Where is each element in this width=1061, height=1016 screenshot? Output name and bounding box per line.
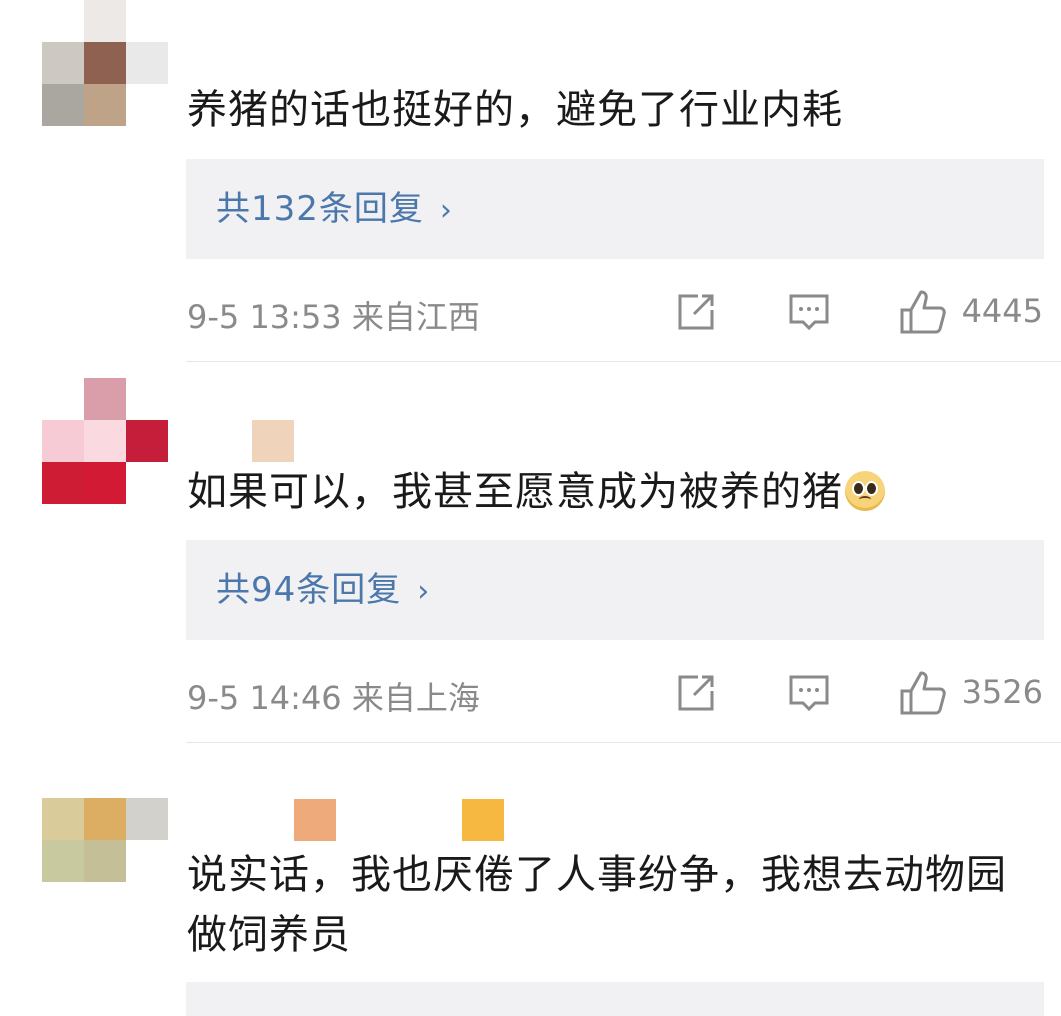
comment-3: 说实话，我也厌倦了人事纷争，我想去动物园做饲养员 (0, 0, 1061, 1016)
reply-box[interactable] (186, 982, 1044, 1016)
username-blur (294, 799, 336, 841)
comment-text: 说实话，我也厌倦了人事纷争，我想去动物园做饲养员 (187, 852, 1007, 958)
username-blur (462, 799, 504, 841)
avatar[interactable] (42, 798, 168, 924)
